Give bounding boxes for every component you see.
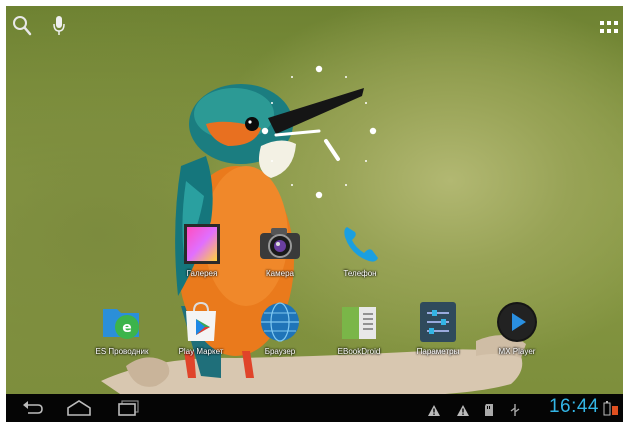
app-play-market[interactable]: Play Маркет: [166, 299, 236, 356]
app-label: Телефон: [343, 269, 377, 278]
mx-player-icon: [494, 299, 540, 345]
app-phone[interactable]: Телефон: [325, 221, 395, 278]
app-mx-player[interactable]: MX Player: [482, 299, 552, 356]
search-icon[interactable]: [12, 15, 32, 41]
svg-text:e: e: [122, 320, 132, 336]
camera-icon: [257, 221, 303, 267]
browser-globe-icon: [257, 299, 303, 345]
home-icon[interactable]: [66, 400, 92, 420]
analog-clock-widget[interactable]: [254, 61, 384, 211]
battery-icon[interactable]: [603, 400, 619, 420]
warning-icon[interactable]: [427, 402, 441, 421]
app-label: ES Проводник: [95, 347, 149, 356]
es-file-explorer-icon: e: [99, 299, 145, 345]
usb-debug-icon[interactable]: [510, 402, 520, 421]
gallery-icon: [179, 221, 225, 267]
system-bar: 16:44: [6, 394, 623, 422]
phone-icon: [337, 221, 383, 267]
app-label: Камера: [266, 269, 294, 278]
app-browser[interactable]: Браузер: [245, 299, 315, 356]
home-screen: Галерея Камера Телефон e ES Проводник Pl…: [6, 6, 623, 422]
app-label: Галерея: [186, 269, 218, 278]
back-icon[interactable]: [22, 400, 44, 420]
app-settings[interactable]: Параметры: [403, 299, 473, 356]
app-label: Браузер: [264, 347, 296, 356]
status-time[interactable]: 16:44: [549, 396, 599, 418]
app-ebookdroid[interactable]: EBookDroid: [324, 299, 394, 356]
settings-icon: [415, 299, 461, 345]
app-label: MX Player: [498, 347, 536, 356]
app-label: Play Маркет: [178, 347, 224, 356]
app-label: EBookDroid: [337, 347, 381, 356]
microphone-icon[interactable]: [53, 15, 65, 41]
sd-card-icon[interactable]: [484, 402, 494, 421]
play-market-icon: [178, 299, 224, 345]
ebookdroid-icon: [336, 299, 382, 345]
app-camera[interactable]: Камера: [245, 221, 315, 278]
app-gallery[interactable]: Галерея: [167, 221, 237, 278]
warning-icon[interactable]: [456, 402, 470, 421]
app-es-explorer[interactable]: e ES Проводник: [87, 299, 157, 356]
recent-apps-icon[interactable]: [118, 400, 140, 420]
all-apps-grid-icon[interactable]: [600, 20, 618, 39]
app-label: Параметры: [416, 347, 460, 356]
